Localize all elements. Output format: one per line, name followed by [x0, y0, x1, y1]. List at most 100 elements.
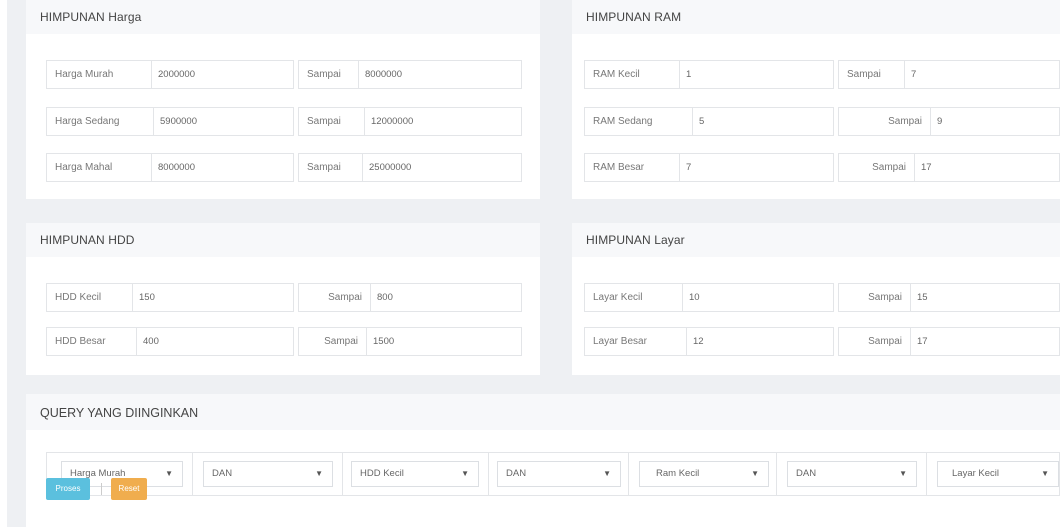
query-cell-7: Layar Kecil ▼ [927, 453, 1059, 495]
chevron-down-icon: ▼ [899, 469, 907, 478]
ram-sedang-to-input[interactable]: 9 [931, 108, 1060, 135]
button-divider [101, 483, 102, 495]
ram-row-besar: RAM Besar 7 Sampai 17 [584, 153, 1060, 182]
select-ram[interactable]: Ram Kecil ▼ [639, 461, 769, 487]
harga-sedang-from-group: Harga Sedang 5900000 [46, 107, 294, 136]
harga-murah-sampai-label: Sampai [299, 61, 359, 88]
hdd-kecil-to-input[interactable]: 800 [371, 284, 525, 311]
hdd-kecil-from-group: HDD Kecil 150 [46, 283, 294, 312]
process-button[interactable]: Proses [46, 478, 90, 500]
hdd-kecil-from-input[interactable]: 150 [133, 284, 297, 311]
query-cell-5: Ram Kecil ▼ [629, 453, 777, 495]
harga-sedang-from-input[interactable]: 5900000 [154, 108, 298, 135]
layar-besar-to-input[interactable]: 17 [911, 328, 1060, 355]
harga-row-murah: Harga Murah 2000000 Sampai 8000000 [46, 60, 522, 89]
panel-query: QUERY YANG DIINGINKAN Harga Murah ▼ DAN … [26, 394, 1060, 527]
ram-besar-label: RAM Besar [585, 154, 680, 181]
panel-hdd-title: HIMPUNAN HDD [40, 233, 135, 247]
harga-murah-label: Harga Murah [47, 61, 152, 88]
ram-besar-from-input[interactable]: 7 [680, 154, 836, 181]
hdd-kecil-label: HDD Kecil [47, 284, 133, 311]
chevron-down-icon: ▼ [603, 469, 611, 478]
ram-kecil-from-input[interactable]: 1 [680, 61, 836, 88]
harga-sedang-label: Harga Sedang [47, 108, 154, 135]
layar-row-besar: Layar Besar 12 Sampai 17 [584, 327, 1060, 356]
harga-sedang-to-input[interactable]: 12000000 [365, 108, 525, 135]
select-layar[interactable]: Layar Kecil ▼ [937, 461, 1059, 487]
panel-harga-title: HIMPUNAN Harga [40, 10, 142, 24]
select-operator-3-value: DAN [796, 468, 817, 479]
hdd-besar-from-group: HDD Besar 400 [46, 327, 294, 356]
ram-row-sedang: RAM Sedang 5 Sampai 9 [584, 107, 1060, 136]
hdd-besar-label: HDD Besar [47, 328, 137, 355]
select-operator-2[interactable]: DAN ▼ [497, 461, 621, 487]
harga-row-mahal: Harga Mahal 8000000 Sampai 25000000 [46, 153, 522, 182]
hdd-row-besar: HDD Besar 400 Sampai 1500 [46, 327, 522, 356]
harga-mahal-to-group: Sampai 25000000 [298, 153, 522, 182]
reset-button[interactable]: Reset [111, 478, 147, 500]
select-operator-2-value: DAN [506, 468, 527, 479]
query-cell-2: DAN ▼ [193, 453, 343, 495]
query-select-row: Harga Murah ▼ DAN ▼ HDD Kecil ▼ DAN ▼ Ra [46, 452, 1060, 496]
ram-besar-to-input[interactable]: 17 [915, 154, 1060, 181]
ram-sedang-label: RAM Sedang [585, 108, 693, 135]
hdd-besar-sampai-label: Sampai [299, 328, 367, 355]
harga-murah-from-group: Harga Murah 2000000 [46, 60, 294, 89]
harga-mahal-from-group: Harga Mahal 8000000 [46, 153, 294, 182]
panel-ram: HIMPUNAN RAM RAM Kecil 1 Sampai 7 RAM Se… [572, 0, 1060, 199]
query-cell-6: DAN ▼ [777, 453, 927, 495]
left-edge-strip [0, 0, 7, 527]
harga-row-sedang: Harga Sedang 5900000 Sampai 12000000 [46, 107, 522, 136]
layar-besar-to-group: Sampai 17 [838, 327, 1060, 356]
select-hdd[interactable]: HDD Kecil ▼ [351, 461, 479, 487]
chevron-down-icon: ▼ [165, 469, 173, 478]
ram-besar-sampai-label: Sampai [839, 154, 915, 181]
ram-kecil-from-group: RAM Kecil 1 [584, 60, 834, 89]
ram-besar-to-group: Sampai 17 [838, 153, 1060, 182]
panel-ram-title: HIMPUNAN RAM [586, 10, 682, 24]
select-ram-value: Ram Kecil [656, 468, 700, 479]
select-layar-value: Layar Kecil [952, 468, 999, 479]
panel-layar-title: HIMPUNAN Layar [586, 233, 685, 247]
layar-besar-from-input[interactable]: 12 [687, 328, 837, 355]
select-operator-1-value: DAN [212, 468, 233, 479]
chevron-down-icon: ▼ [315, 469, 323, 478]
harga-sedang-sampai-label: Sampai [299, 108, 365, 135]
select-operator-1[interactable]: DAN ▼ [203, 461, 333, 487]
ram-kecil-label: RAM Kecil [585, 61, 680, 88]
layar-kecil-to-group: Sampai 15 [838, 283, 1060, 312]
harga-mahal-from-input[interactable]: 8000000 [152, 154, 298, 181]
ram-besar-from-group: RAM Besar 7 [584, 153, 834, 182]
select-operator-3[interactable]: DAN ▼ [787, 461, 917, 487]
hdd-besar-from-input[interactable]: 400 [137, 328, 297, 355]
hdd-kecil-sampai-label: Sampai [299, 284, 371, 311]
chevron-down-icon: ▼ [461, 469, 469, 478]
panel-layar: HIMPUNAN Layar Layar Kecil 10 Sampai 15 … [572, 223, 1060, 375]
ram-kecil-to-input[interactable]: 7 [905, 61, 1060, 88]
layar-besar-from-group: Layar Besar 12 [584, 327, 834, 356]
chevron-down-icon: ▼ [751, 469, 759, 478]
harga-murah-to-group: Sampai 8000000 [298, 60, 522, 89]
ram-kecil-sampai-label: Sampai [839, 61, 905, 88]
ram-row-kecil: RAM Kecil 1 Sampai 7 [584, 60, 1060, 89]
hdd-kecil-to-group: Sampai 800 [298, 283, 522, 312]
harga-mahal-sampai-label: Sampai [299, 154, 363, 181]
layar-kecil-to-input[interactable]: 15 [911, 284, 1060, 311]
layar-kecil-label: Layar Kecil [585, 284, 683, 311]
hdd-besar-to-group: Sampai 1500 [298, 327, 522, 356]
ram-sedang-sampai-label: Sampai [839, 108, 931, 135]
panel-harga: HIMPUNAN Harga Harga Murah 2000000 Sampa… [26, 0, 540, 199]
ram-sedang-from-input[interactable]: 5 [693, 108, 837, 135]
ram-sedang-from-group: RAM Sedang 5 [584, 107, 834, 136]
harga-mahal-to-input[interactable]: 25000000 [363, 154, 525, 181]
hdd-besar-to-input[interactable]: 1500 [367, 328, 525, 355]
harga-murah-from-input[interactable]: 2000000 [152, 61, 298, 88]
ram-kecil-to-group: Sampai 7 [838, 60, 1060, 89]
hdd-row-kecil: HDD Kecil 150 Sampai 800 [46, 283, 522, 312]
chevron-down-icon: ▼ [1041, 469, 1049, 478]
harga-murah-to-input[interactable]: 8000000 [359, 61, 525, 88]
layar-kecil-from-input[interactable]: 10 [683, 284, 837, 311]
layar-kecil-from-group: Layar Kecil 10 [584, 283, 834, 312]
layar-besar-label: Layar Besar [585, 328, 687, 355]
layar-row-kecil: Layar Kecil 10 Sampai 15 [584, 283, 1060, 312]
